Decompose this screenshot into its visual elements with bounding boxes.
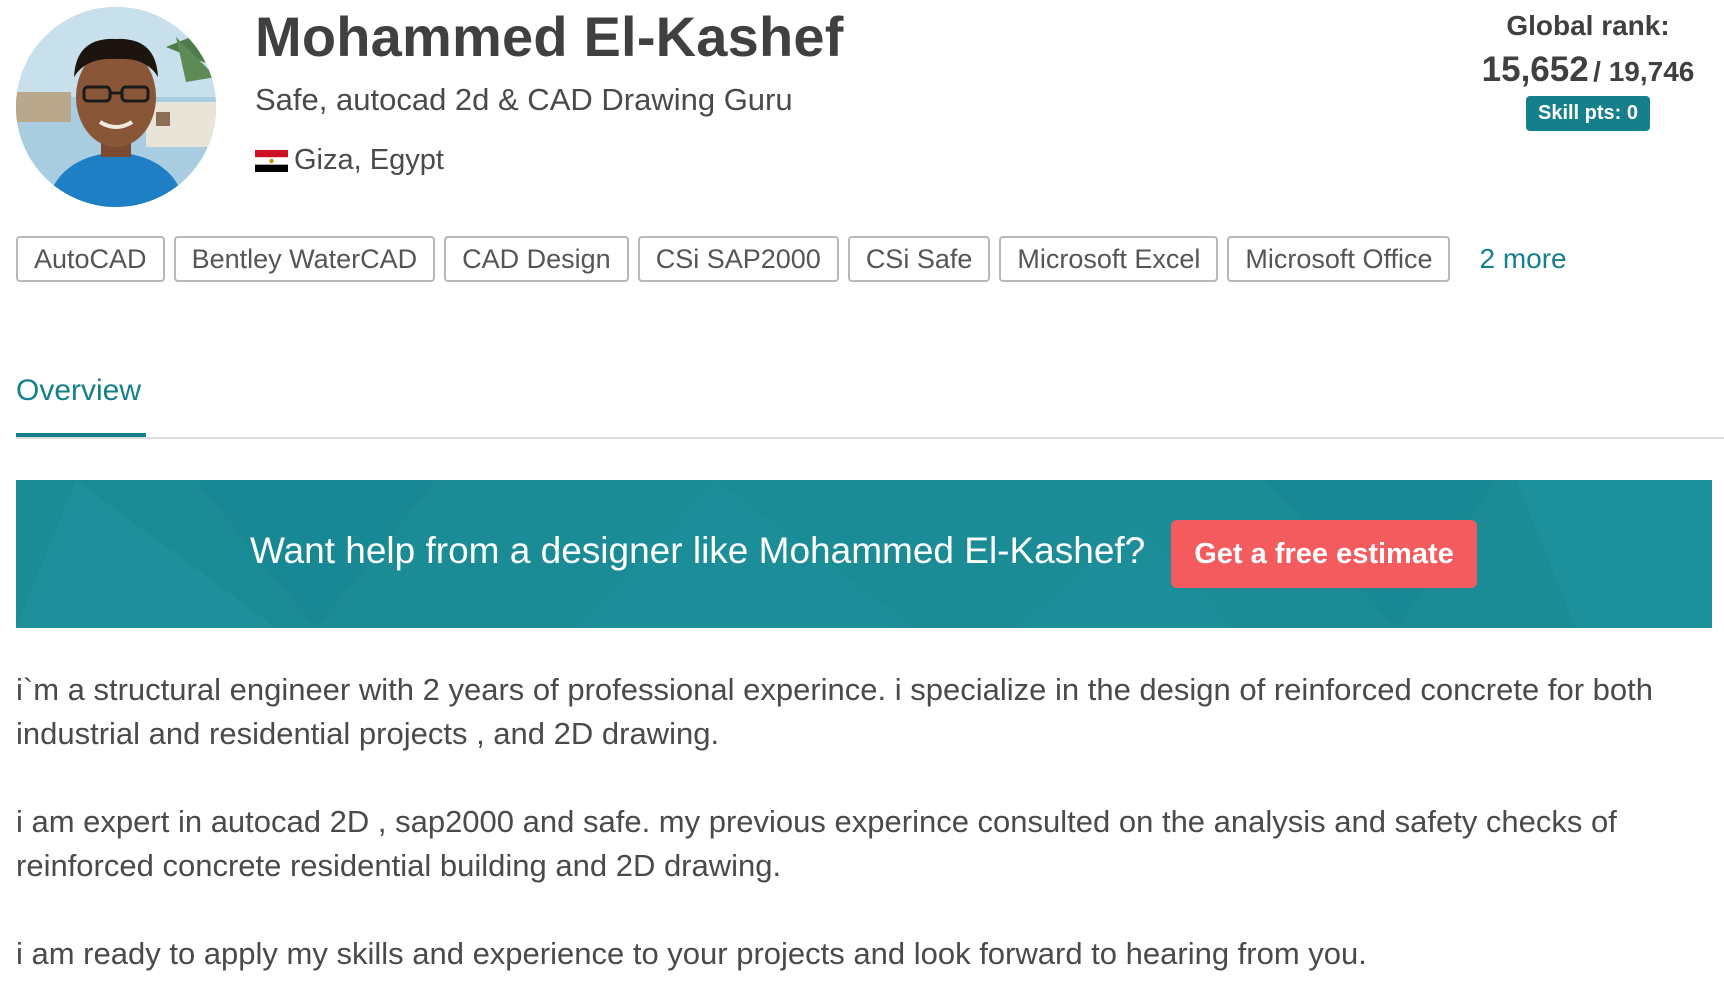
profile-tagline: Safe, autocad 2d & CAD Drawing Guru — [255, 82, 793, 117]
skill-tag[interactable]: AutoCAD — [16, 236, 165, 282]
skill-tag[interactable]: Bentley WaterCAD — [173, 236, 436, 282]
bio-paragraph: i`m a structural engineer with 2 years o… — [16, 672, 1653, 751]
skill-tag[interactable]: CSi Safe — [847, 236, 991, 282]
profile-location: Giza, Egypt — [255, 144, 444, 177]
tab-divider — [16, 437, 1724, 439]
more-skills-link[interactable]: 2 more — [1479, 243, 1566, 275]
bio-paragraph: i am expert in autocad 2D , sap2000 and … — [16, 804, 1617, 883]
skill-tag[interactable]: CSi SAP2000 — [637, 236, 839, 282]
profile-page: Mohammed El-Kashef Safe, autocad 2d & CA… — [0, 0, 1724, 984]
banner-text: Want help from a designer like Mohammed … — [250, 530, 1146, 571]
rank-block: Global rank: 15,652 / 19,746 Skill pts: … — [1468, 10, 1708, 131]
egypt-flag-icon — [255, 149, 288, 172]
rank-number: 15,652 — [1481, 50, 1589, 89]
tab-overview[interactable]: Overview — [16, 374, 141, 408]
skill-tag[interactable]: CAD Design — [444, 236, 629, 282]
avatar-photo — [16, 7, 216, 207]
rank-total: / 19,746 — [1593, 56, 1695, 87]
skill-tags: AutoCAD Bentley WaterCAD CAD Design CSi … — [16, 236, 1567, 282]
rank-label: Global rank: — [1506, 10, 1670, 41]
location-text: Giza, Egypt — [294, 144, 444, 176]
bio-paragraph: i am ready to apply my skills and experi… — [16, 936, 1367, 971]
skill-tag[interactable]: Microsoft Office — [1227, 236, 1451, 282]
hire-banner: Want help from a designer like Mohammed … — [16, 480, 1712, 628]
rank-value: 15,652 / 19,746 — [1482, 50, 1695, 90]
skill-points-badge: Skill pts: 0 — [1525, 96, 1651, 131]
avatar — [16, 7, 216, 207]
profile-name: Mohammed El-Kashef — [255, 5, 844, 68]
get-free-estimate-button[interactable]: Get a free estimate — [1171, 520, 1477, 588]
skill-tag[interactable]: Microsoft Excel — [999, 236, 1219, 282]
bio-section: i`m a structural engineer with 2 years o… — [16, 668, 1716, 984]
